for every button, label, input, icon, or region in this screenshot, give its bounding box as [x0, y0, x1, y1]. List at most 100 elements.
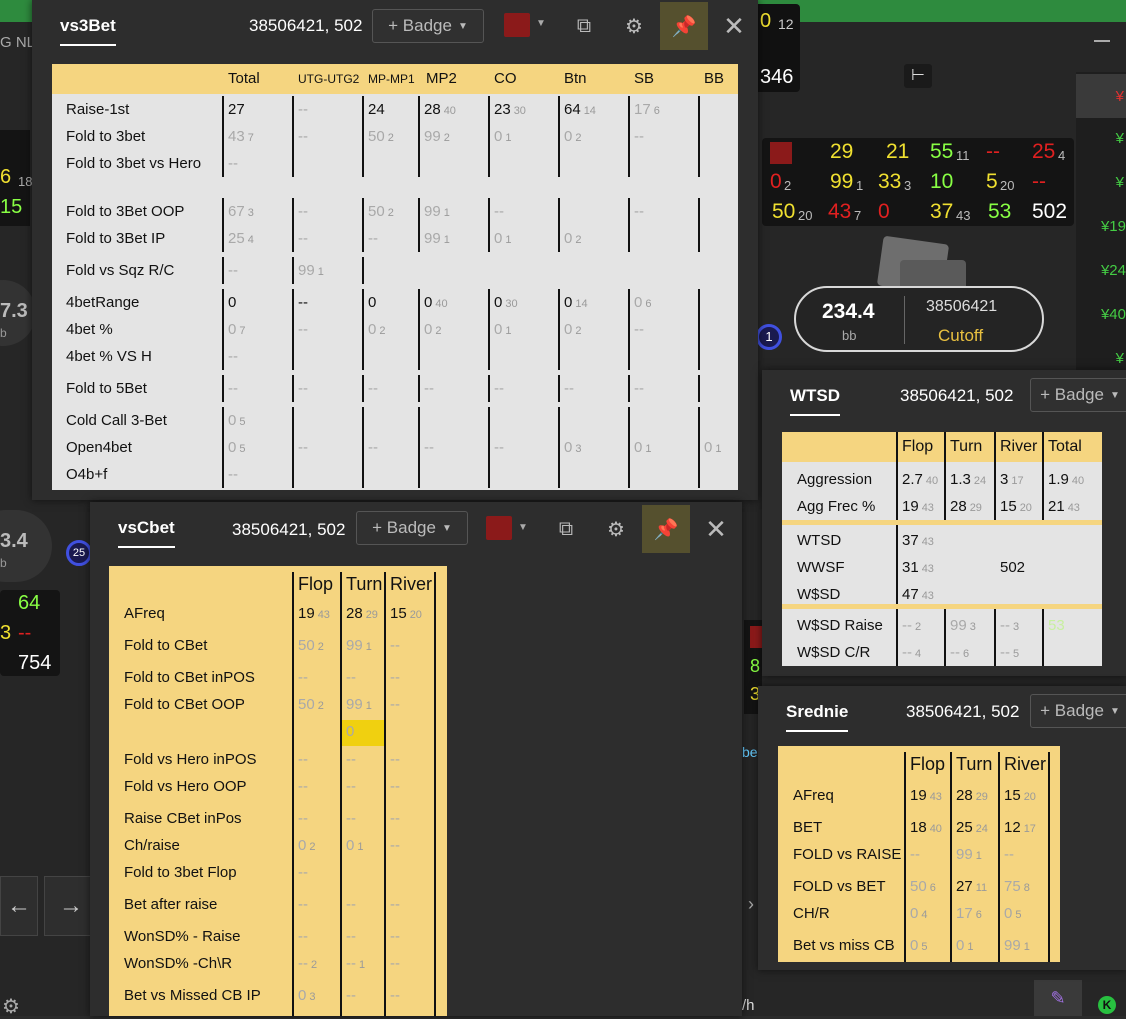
wtsd-panel[interactable]: WTSD 38506421, 502 + Badge ▼ Flop Turn Rive… — [762, 370, 1126, 676]
stat-cell[interactable]: 15 20 — [390, 600, 422, 627]
stat-cell[interactable]: 0 40 — [424, 289, 448, 316]
add-badge-button[interactable]: + Badge ▼ — [1030, 694, 1126, 728]
stat-cell[interactable]: 02 — [368, 316, 385, 343]
stat-cell[interactable]: 0 — [228, 289, 239, 316]
close-icon[interactable]: ✕ — [710, 2, 758, 50]
stat-cell[interactable]: 50 2 — [368, 123, 394, 150]
stat-cell[interactable]: 99 1 — [346, 691, 372, 718]
dealer-button-icon[interactable]: ⊢ — [904, 64, 932, 88]
stat-cell[interactable]: 03 — [564, 434, 581, 461]
stat-cell[interactable]: -- — [494, 434, 507, 461]
right-tab[interactable]: ¥ — [1076, 74, 1126, 118]
stat-cell[interactable]: -- 4 — [902, 639, 921, 666]
minimize-icon[interactable] — [1094, 40, 1110, 42]
pin-icon[interactable]: 📌 — [660, 2, 708, 50]
stat-cell[interactable]: 05 — [1004, 900, 1021, 927]
stat-cell[interactable]: 28 29 — [346, 600, 378, 627]
stat-cell[interactable]: -- — [390, 805, 403, 832]
right-tab[interactable]: ¥24 — [1101, 262, 1126, 279]
stat-cell[interactable]: -- 1 — [346, 950, 365, 977]
stat-cell[interactable]: -- — [910, 841, 923, 868]
stat-cell[interactable]: 99 2 — [424, 123, 450, 150]
stat-cell[interactable]: -- — [346, 773, 359, 800]
stat-cell[interactable] — [298, 718, 301, 745]
stat-cell[interactable]: 15 20 — [1004, 782, 1036, 809]
vs3bet-panel[interactable]: vs3Bet 38506421, 502 + Badge ▼ ▼ ⧉ ⚙ 📌 ✕ … — [32, 0, 758, 500]
stat-cell[interactable]: 3 17 — [1000, 466, 1024, 493]
stat-cell[interactable]: 99 1 — [346, 632, 372, 659]
gear-icon[interactable]: ⚙ — [592, 505, 640, 553]
stat-cell[interactable] — [704, 225, 707, 252]
stat-cell[interactable] — [704, 96, 707, 123]
stat-cell[interactable]: -- — [228, 150, 241, 177]
stat-cell[interactable]: 1.9 40 — [1048, 466, 1084, 493]
stat-cell[interactable]: -- — [298, 773, 311, 800]
stat-cell[interactable]: -- — [634, 123, 647, 150]
stat-cell[interactable]: 02 — [298, 832, 315, 859]
stat-cell[interactable] — [704, 375, 707, 402]
stat-cell[interactable]: 17 6 — [956, 900, 982, 927]
stat-cell[interactable]: 37 43 — [902, 527, 934, 554]
stat-cell[interactable]: 01 — [956, 932, 973, 959]
stat-cell[interactable]: -- 6 — [950, 639, 969, 666]
stat-cell[interactable]: 17 6 — [634, 96, 660, 123]
stat-cell[interactable]: -- — [368, 434, 381, 461]
stat-cell[interactable]: 43 7 — [228, 123, 254, 150]
caret-down-icon[interactable]: ▼ — [536, 18, 546, 29]
stat-cell[interactable]: -- — [390, 923, 403, 950]
color-picker-button[interactable] — [504, 13, 530, 37]
stat-cell[interactable]: 07 — [228, 316, 245, 343]
stat-cell[interactable]: -- — [346, 982, 359, 1009]
stat-cell[interactable] — [704, 198, 707, 225]
add-badge-button[interactable]: + Badge ▼ — [1030, 378, 1126, 412]
stat-cell[interactable]: 01 — [346, 832, 363, 859]
stat-cell[interactable]: 01 — [704, 434, 721, 461]
stat-cell[interactable]: -- — [228, 461, 241, 488]
stat-cell[interactable]: 99 3 — [950, 612, 976, 639]
stat-cell[interactable]: -- — [494, 375, 507, 402]
stat-cell[interactable]: 99 1 — [424, 225, 450, 252]
stat-cell[interactable]: 01 — [634, 434, 651, 461]
stat-cell[interactable]: -- — [298, 805, 311, 832]
copy-icon[interactable]: ⧉ — [560, 2, 608, 50]
stat-cell[interactable]: -- — [298, 225, 311, 252]
chevron-right-icon[interactable]: › — [748, 894, 754, 915]
stat-cell[interactable]: 01 — [494, 225, 511, 252]
prev-arrow-button[interactable]: ← — [0, 876, 38, 936]
stat-cell[interactable]: 03 — [298, 982, 315, 1009]
stat-cell[interactable] — [704, 123, 707, 150]
stat-cell[interactable] — [346, 859, 349, 886]
stat-cell[interactable]: 2.7 40 — [902, 466, 938, 493]
panel-tab[interactable]: WTSD — [790, 386, 841, 416]
right-tab[interactable]: ¥ — [1116, 174, 1124, 191]
stat-cell[interactable]: -- — [298, 859, 311, 886]
stat-cell[interactable]: -- — [298, 123, 311, 150]
player-hud[interactable]: 29 21 55 11 -- 25 4 0 2 99 1 33 3 10 5 20 -- 50 20 43 7 0 37 43… — [762, 138, 1074, 226]
stat-cell[interactable]: 06 — [634, 289, 651, 316]
stat-cell[interactable]: 12 17 — [1004, 814, 1036, 841]
stat-cell[interactable]: 19 43 — [910, 782, 942, 809]
stat-cell[interactable]: 02 — [564, 123, 581, 150]
stat-cell[interactable] — [1048, 639, 1051, 666]
right-tab[interactable]: ¥40 — [1101, 306, 1126, 323]
stat-cell[interactable]: 50 2 — [368, 198, 394, 225]
stat-cell[interactable]: -- — [368, 225, 381, 252]
stat-cell[interactable] — [390, 718, 393, 745]
stat-cell[interactable]: 0 — [346, 718, 357, 745]
stat-cell[interactable]: 01 — [494, 123, 511, 150]
stat-cell[interactable]: 21 43 — [1048, 493, 1080, 520]
stat-cell[interactable]: -- — [634, 316, 647, 343]
stat-cell[interactable]: -- — [298, 198, 311, 225]
stat-cell[interactable]: -- 5 — [1000, 639, 1019, 666]
stat-cell[interactable]: 19 43 — [902, 493, 934, 520]
stat-cell[interactable]: -- — [390, 664, 403, 691]
stat-cell[interactable]: -- — [390, 891, 403, 918]
stat-cell[interactable]: 04 — [910, 900, 927, 927]
srednie-panel[interactable]: Srednie 38506421, 502 + Badge ▼ Flop Turn R… — [758, 686, 1126, 970]
stat-cell[interactable]: -- — [424, 434, 437, 461]
right-tab[interactable]: ¥ — [1116, 130, 1124, 147]
stat-cell[interactable]: -- 2 — [298, 950, 317, 977]
stat-cell[interactable]: 31 43 — [902, 554, 934, 581]
stat-cell[interactable]: -- — [228, 257, 241, 284]
caret-down-icon[interactable]: ▼ — [518, 522, 528, 533]
